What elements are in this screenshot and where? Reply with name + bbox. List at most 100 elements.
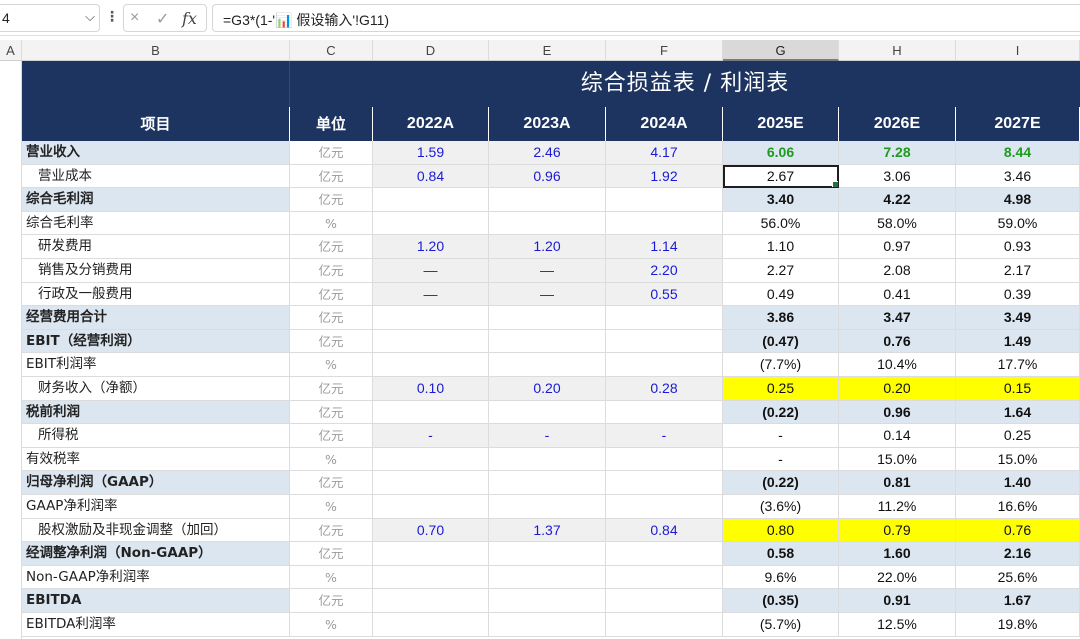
forecast-value-cell[interactable]: 3.49 [956,306,1080,330]
row-label[interactable]: 经营费用合计 [22,306,290,330]
forecast-value-cell[interactable]: 0.25 [723,377,839,401]
active-cell[interactable]: 2.67 [723,164,839,189]
historical-value-cell[interactable] [606,400,723,425]
unit-cell[interactable]: 亿元 [290,164,373,189]
historical-value-cell[interactable] [606,565,723,590]
row-label[interactable]: 归母净利润（GAAP） [22,471,290,495]
forecast-value-cell[interactable]: 0.81 [839,471,956,495]
forecast-value-cell[interactable]: 10.4% [839,353,956,377]
column-header-h[interactable]: H [839,40,956,61]
forecast-value-cell[interactable]: 0.14 [839,424,956,448]
historical-value-cell[interactable]: 4.17 [606,141,723,165]
row-label[interactable]: EBITDA [22,589,290,613]
historical-value-cell[interactable] [489,542,606,566]
historical-value-cell[interactable]: — [489,259,606,283]
historical-value-cell[interactable] [373,613,489,637]
forecast-value-cell[interactable]: 7.28 [839,141,956,165]
historical-value-cell[interactable] [606,329,723,354]
historical-value-cell[interactable]: 0.20 [489,377,606,401]
forecast-value-cell[interactable]: 1.40 [956,471,1080,495]
historical-value-cell[interactable]: — [373,259,489,283]
forecast-value-cell[interactable]: 8.44 [956,141,1080,165]
historical-value-cell[interactable] [489,495,606,519]
historical-value-cell[interactable]: 1.14 [606,235,723,259]
chevron-down-icon[interactable]: ⌵ [85,9,95,25]
unit-cell[interactable]: 亿元 [290,377,373,401]
historical-value-cell[interactable] [606,589,723,613]
historical-value-cell[interactable]: 0.70 [373,518,489,543]
forecast-value-cell[interactable]: (0.47) [723,329,839,354]
name-box[interactable]: 4 ⌵ [0,4,100,32]
forecast-value-cell[interactable]: 2.17 [956,259,1080,283]
historical-value-cell[interactable] [373,353,489,377]
historical-value-cell[interactable]: - [373,424,489,448]
row-label[interactable]: 经调整净利润（Non-GAAP） [22,542,290,566]
forecast-value-cell[interactable]: 0.91 [839,589,956,613]
forecast-value-cell[interactable]: - [723,447,839,472]
unit-cell[interactable]: % [290,565,373,590]
historical-value-cell[interactable] [373,471,489,495]
header-cell[interactable]: 单位 [290,107,373,141]
historical-value-cell[interactable]: 2.20 [606,259,723,283]
forecast-value-cell[interactable]: 3.86 [723,306,839,330]
historical-value-cell[interactable] [489,589,606,613]
unit-cell[interactable]: 亿元 [290,141,373,165]
historical-value-cell[interactable] [606,353,723,377]
unit-cell[interactable]: % [290,613,373,637]
unit-cell[interactable]: 亿元 [290,589,373,613]
row-label[interactable]: 税前利润 [22,400,290,425]
formula-input[interactable]: =G3*(1-'📊 假设输入'!G11) [212,4,1080,32]
column-header-d[interactable]: D [373,40,489,61]
header-cell[interactable]: 2023A [489,107,606,141]
historical-value-cell[interactable] [606,447,723,472]
forecast-value-cell[interactable]: 4.98 [956,188,1080,212]
row-label[interactable]: 有效税率 [22,447,290,472]
forecast-value-cell[interactable]: (7.7%) [723,353,839,377]
unit-cell[interactable]: 亿元 [290,329,373,354]
header-cell[interactable]: 2022A [373,107,489,141]
forecast-value-cell[interactable]: 0.76 [839,329,956,354]
column-header-i[interactable]: I [956,40,1080,61]
historical-value-cell[interactable]: 1.20 [489,235,606,259]
header-cell[interactable]: 2024A [606,107,723,141]
historical-value-cell[interactable] [489,613,606,637]
historical-value-cell[interactable] [373,400,489,425]
unit-cell[interactable]: 亿元 [290,188,373,212]
forecast-value-cell[interactable]: 0.15 [956,377,1080,401]
forecast-value-cell[interactable]: 1.60 [839,542,956,566]
historical-value-cell[interactable] [606,188,723,212]
forecast-value-cell[interactable]: 0.41 [839,282,956,307]
row-label[interactable]: GAAP净利润率 [22,495,290,519]
forecast-value-cell[interactable]: - [723,424,839,448]
header-cell[interactable]: 项目 [22,107,290,141]
forecast-value-cell[interactable]: 0.58 [723,542,839,566]
historical-value-cell[interactable]: 0.10 [373,377,489,401]
historical-value-cell[interactable] [489,353,606,377]
forecast-value-cell[interactable]: 3.47 [839,306,956,330]
forecast-value-cell[interactable]: 0.49 [723,282,839,307]
forecast-value-cell[interactable]: 16.6% [956,495,1080,519]
row-label[interactable]: 所得税 [22,424,290,448]
historical-value-cell[interactable] [489,211,606,236]
forecast-value-cell[interactable]: 59.0% [956,211,1080,236]
header-cell[interactable]: 2025E [723,107,839,141]
historical-value-cell[interactable] [373,188,489,212]
historical-value-cell[interactable] [489,471,606,495]
row-label[interactable]: 综合毛利润 [22,188,290,212]
unit-cell[interactable]: 亿元 [290,259,373,283]
row-label[interactable]: 营业成本 [22,164,290,189]
forecast-value-cell[interactable]: 0.96 [839,400,956,425]
forecast-value-cell[interactable]: 3.06 [839,164,956,189]
historical-value-cell[interactable] [373,447,489,472]
forecast-value-cell[interactable]: 0.79 [839,518,956,543]
row-label[interactable]: Non-GAAP净利润率 [22,565,290,590]
forecast-value-cell[interactable]: 15.0% [839,447,956,472]
forecast-value-cell[interactable]: 0.80 [723,518,839,543]
row-label[interactable]: 销售及分销费用 [22,259,290,283]
historical-value-cell[interactable]: 0.96 [489,164,606,189]
historical-value-cell[interactable]: 0.84 [606,518,723,543]
historical-value-cell[interactable] [373,542,489,566]
forecast-value-cell[interactable]: 9.6% [723,565,839,590]
unit-cell[interactable]: 亿元 [290,282,373,307]
header-cell[interactable]: 2026E [839,107,956,141]
